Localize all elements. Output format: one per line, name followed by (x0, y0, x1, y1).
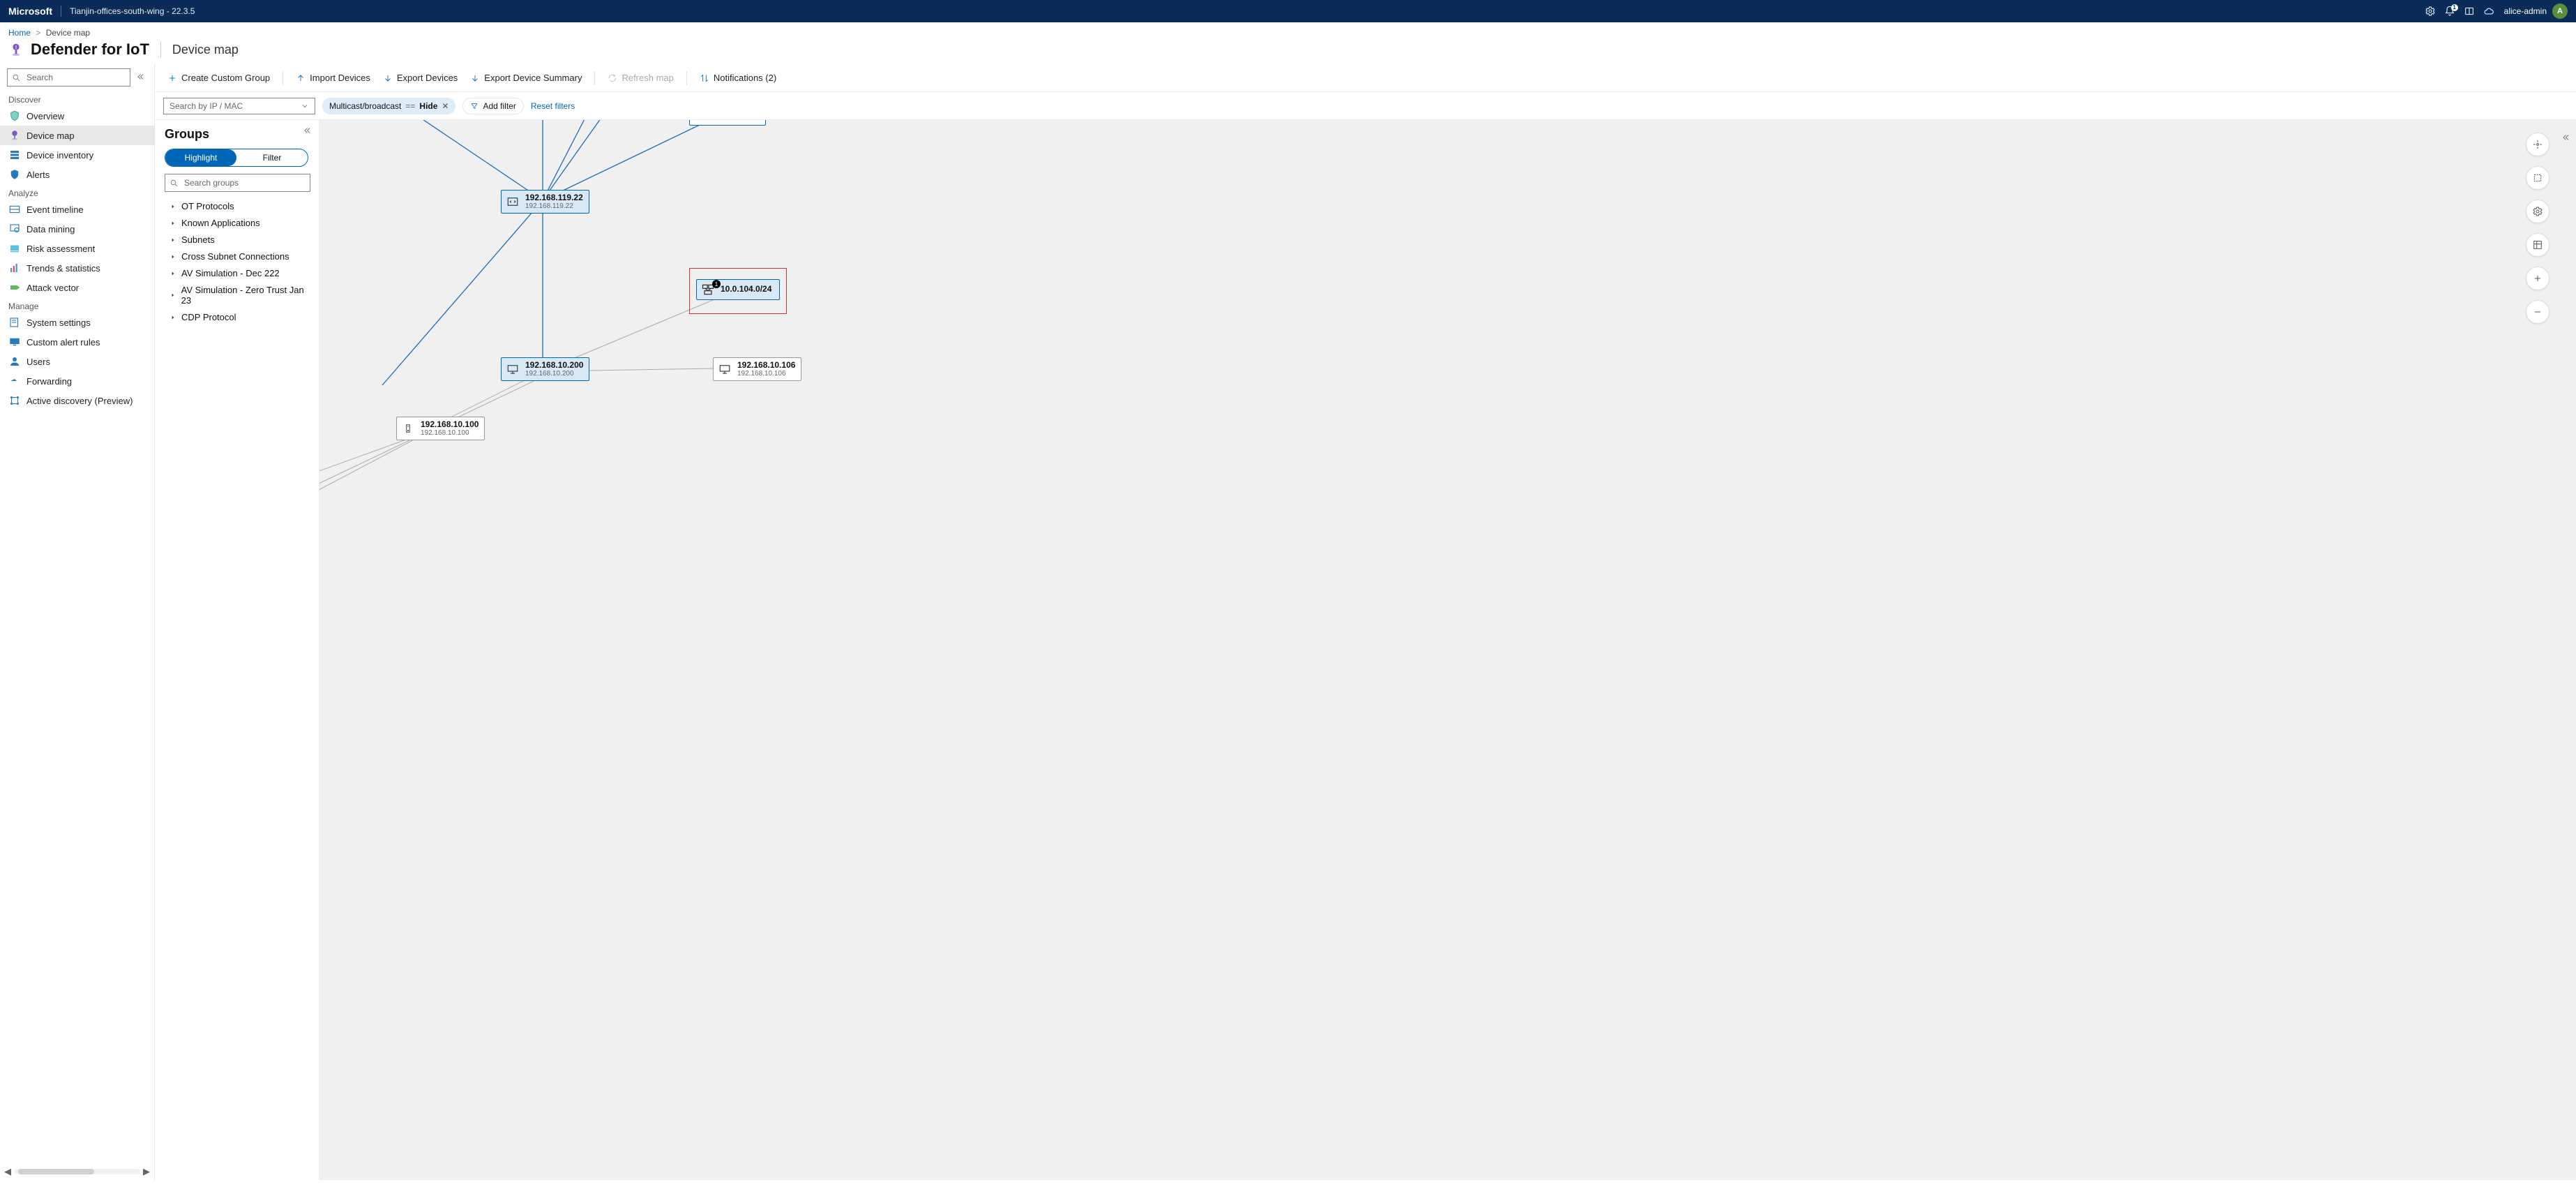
refresh-map-button: Refresh map (603, 70, 677, 86)
nav-search-input[interactable]: Search (7, 68, 130, 87)
nav-device-inventory[interactable]: Device inventory (0, 145, 154, 165)
collapse-nav-icon[interactable] (133, 72, 147, 84)
nav-section-manage: Manage (0, 297, 154, 313)
add-filter-button[interactable]: Add filter (462, 98, 523, 114)
chart-icon (8, 262, 21, 274)
export-device-summary-button[interactable]: Export Device Summary (466, 70, 586, 86)
zoom-in-button[interactable] (2526, 267, 2549, 290)
network-icon (8, 394, 21, 407)
forward-arrow-icon (8, 375, 21, 387)
breadcrumb: Home > Device map (0, 22, 2576, 40)
nav-horizontal-scrollbar[interactable]: ◀ ▶ (4, 1166, 150, 1177)
nav-attack-vector[interactable]: Attack vector (0, 278, 154, 297)
device-node-partial[interactable] (689, 120, 766, 126)
filter-pill-multicast[interactable]: Multicast/broadcast == Hide ✕ (322, 98, 455, 114)
device-map-icon (8, 129, 21, 142)
layout-button[interactable] (2526, 233, 2549, 257)
cloud-icon[interactable] (2479, 6, 2499, 17)
page-subtitle: Device map (172, 43, 239, 57)
code-device-icon (506, 195, 520, 208)
attack-vector-icon (8, 281, 21, 294)
monitor-icon (8, 336, 21, 348)
nav-trends-stats[interactable]: Trends & statistics (0, 258, 154, 278)
product-icon: ! (8, 42, 24, 57)
nav-custom-alert-rules[interactable]: Custom alert rules (0, 332, 154, 352)
mining-icon (8, 223, 21, 235)
select-area-button[interactable] (2526, 166, 2549, 190)
zoom-out-button[interactable] (2526, 300, 2549, 324)
group-tree-item[interactable]: AV Simulation - Dec 222 (165, 266, 310, 281)
settings-list-icon (8, 316, 21, 329)
group-tree-item[interactable]: Subnets (165, 232, 310, 247)
import-devices-button[interactable]: Import Devices (292, 70, 375, 86)
notification-badge: 1 (2451, 4, 2458, 11)
svg-text:!: ! (15, 44, 17, 50)
collapse-groups-icon[interactable] (302, 126, 312, 137)
shield-icon (8, 110, 21, 122)
fit-view-button[interactable] (2526, 133, 2549, 156)
alert-shield-icon (8, 168, 21, 181)
inventory-icon (8, 149, 21, 161)
ip-mac-search-input[interactable]: Search by IP / MAC (163, 98, 315, 114)
user-icon (8, 355, 21, 368)
seg-filter[interactable]: Filter (236, 149, 308, 166)
export-devices-button[interactable]: Export Devices (379, 70, 462, 86)
desktop-icon (718, 363, 732, 375)
username-label[interactable]: alice-admin (2499, 6, 2552, 16)
groups-search-input[interactable]: Search groups (165, 174, 310, 192)
subnet-node[interactable]: 1 10.0.104.0/24 (696, 279, 780, 300)
timeline-icon (8, 203, 21, 216)
map-settings-button[interactable] (2526, 200, 2549, 223)
bell-icon[interactable]: 1 (2440, 6, 2460, 17)
nav-data-mining[interactable]: Data mining (0, 219, 154, 239)
device-node[interactable]: 192.168.10.106 192.168.10.106 (713, 357, 801, 381)
subnet-count-badge: 1 (712, 280, 721, 288)
group-tree-item[interactable]: Known Applications (165, 216, 310, 230)
remove-filter-icon[interactable]: ✕ (442, 101, 449, 111)
brand-logo[interactable]: Microsoft (8, 6, 61, 17)
nav-users[interactable]: Users (0, 352, 154, 371)
breadcrumb-current: Device map (46, 28, 90, 38)
nav-risk-assessment[interactable]: Risk assessment (0, 239, 154, 258)
collapse-right-icon[interactable] (2561, 133, 2570, 144)
desktop-icon (506, 363, 520, 375)
settings-gear-icon[interactable] (2420, 6, 2440, 17)
group-tree-item[interactable]: CDP Protocol (165, 310, 310, 324)
group-tree-item[interactable]: AV Simulation - Zero Trust Jan 23 (165, 283, 310, 308)
server-icon (401, 422, 415, 435)
breadcrumb-home[interactable]: Home (8, 28, 31, 38)
group-tree-item[interactable]: Cross Subnet Connections (165, 249, 310, 264)
tenant-label: Tianjin-offices-south-wing - 22.3.5 (61, 6, 195, 16)
subnet-icon: 1 (701, 283, 715, 297)
risk-icon (8, 242, 21, 255)
device-node[interactable]: 192.168.10.200 192.168.10.200 (501, 357, 589, 381)
groups-title: Groups (165, 127, 310, 142)
nav-section-discover: Discover (0, 91, 154, 106)
nav-forwarding[interactable]: Forwarding (0, 371, 154, 391)
device-node[interactable]: 192.168.10.100 192.168.10.100 (396, 417, 485, 440)
nav-device-map[interactable]: Device map (0, 126, 154, 145)
nav-active-discovery[interactable]: Active discovery (Preview) (0, 391, 154, 410)
nav-section-analyze: Analyze (0, 184, 154, 200)
group-tree-item[interactable]: OT Protocols (165, 199, 310, 214)
panel-icon[interactable] (2460, 6, 2479, 17)
notifications-button[interactable]: Notifications (2) (695, 70, 781, 86)
groups-mode-toggle[interactable]: Highlight Filter (165, 149, 308, 167)
avatar[interactable]: A (2552, 3, 2568, 19)
nav-event-timeline[interactable]: Event timeline (0, 200, 154, 219)
device-node[interactable]: 192.168.119.22 192.168.119.22 (501, 190, 589, 214)
device-map-canvas[interactable]: 192.168.119.22 192.168.119.22 1 10.0.104… (319, 120, 2576, 1180)
page-title: Defender for IoT (31, 40, 149, 59)
seg-highlight[interactable]: Highlight (165, 149, 236, 166)
nav-alerts[interactable]: Alerts (0, 165, 154, 184)
nav-overview[interactable]: Overview (0, 106, 154, 126)
reset-filters-link[interactable]: Reset filters (531, 101, 575, 111)
create-custom-group-button[interactable]: Create Custom Group (163, 70, 274, 86)
nav-system-settings[interactable]: System settings (0, 313, 154, 332)
